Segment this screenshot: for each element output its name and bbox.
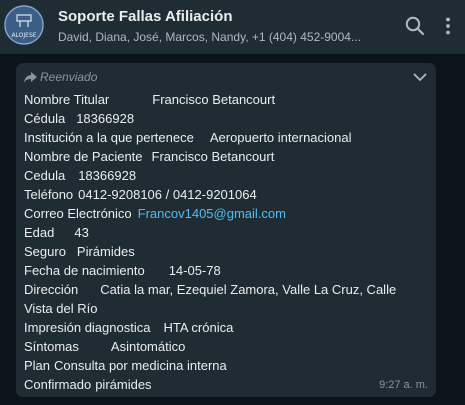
- email-link[interactable]: Francov1405@gmail.com: [138, 206, 286, 221]
- forwarded-indicator: Reenviado: [24, 70, 97, 84]
- field-value: Consulta por medicina interna: [54, 358, 227, 373]
- message-bubble[interactable]: Reenviado Nombre Titular Francisco Betanc…: [16, 63, 436, 397]
- field-row: Cédula 18366928: [24, 109, 428, 128]
- field-label: Fecha de nacimiento: [24, 263, 145, 278]
- field-row: Fecha de nacimiento 14-05-78: [24, 261, 428, 280]
- field-value: 43: [74, 225, 89, 240]
- field-row: Plan Consulta por medicina interna: [24, 356, 428, 375]
- participants-list: David, Diana, José, Marcos, Nandy, +1 (4…: [58, 30, 361, 44]
- field-row: Confirmado pirámides: [24, 375, 428, 394]
- field-row: Síntomas Asintomático: [24, 337, 428, 356]
- forwarded-label: Reenviado: [40, 70, 98, 84]
- avatar-text: ALOJESE: [11, 32, 36, 39]
- field-value: Francisco Betancourt: [151, 149, 275, 164]
- field-value: Catia la mar, Ezequiel Zamora, Valle La …: [24, 282, 397, 316]
- field-label: Nombre de Paciente: [24, 149, 143, 164]
- field-label: Dirección: [24, 282, 79, 297]
- field-label: Nombre Titular: [24, 92, 110, 107]
- field-label: Síntomas: [24, 339, 79, 354]
- field-value: Pirámides: [76, 244, 135, 259]
- field-label: Cédula: [24, 111, 66, 126]
- field-row: Correo Electrónico Francov1405@gmail.com: [24, 204, 428, 223]
- field-row: Institución a la que pertenece Aeropuerto…: [24, 128, 428, 147]
- field-value: HTA crónica: [163, 320, 234, 335]
- field-value: pirámides: [95, 377, 152, 392]
- field-value: Asintomático: [110, 339, 186, 354]
- message-text: Nombre Titular Francisco Betancourt Cédul…: [24, 90, 428, 394]
- chat-panel[interactable]: Reenviado Nombre Titular Francisco Betanc…: [0, 54, 465, 405]
- field-value: 18366928: [78, 168, 137, 183]
- field-row: Nombre de Paciente Francisco Betancourt: [24, 147, 428, 166]
- field-label: Teléfono: [24, 187, 74, 202]
- field-value: 0412-9208106 / 0412-9201064: [78, 187, 257, 202]
- avatar-image: ALOJESE: [4, 5, 44, 45]
- field-value: Francisco Betancourt: [152, 92, 276, 107]
- field-value: 14-05-78: [168, 263, 221, 278]
- forward-icon: [24, 72, 37, 83]
- field-label: Seguro: [24, 244, 66, 259]
- field-row: Seguro Pirámides: [24, 242, 428, 261]
- chevron-down-icon[interactable]: [412, 69, 428, 85]
- field-value: 18366928: [76, 111, 135, 126]
- field-row: Edad 43: [24, 223, 428, 242]
- field-row: Teléfono 0412-9208106 / 0412-9201064: [24, 185, 428, 204]
- more-vertical-icon[interactable]: [437, 15, 459, 37]
- field-label: Impresión diagnostica: [24, 320, 151, 335]
- field-label: Edad: [24, 225, 55, 240]
- field-label: Institución a la que pertenece: [24, 130, 194, 145]
- group-avatar[interactable]: ALOJESE: [4, 5, 44, 45]
- field-label: Confirmado: [24, 377, 92, 392]
- field-row: Dirección Catia la mar, Ezequiel Zamora, …: [24, 280, 428, 318]
- field-label: Correo Electrónico: [24, 206, 132, 221]
- field-value: Aeropuerto internacional: [209, 130, 352, 145]
- field-row: Impresión diagnostica HTA crónica: [24, 318, 428, 337]
- chat-header[interactable]: ALOJESE Soporte Fallas Afiliación David,…: [0, 0, 465, 54]
- field-row: Nombre Titular Francisco Betancourt: [24, 90, 428, 109]
- field-label: Plan: [24, 358, 51, 373]
- chat-title: Soporte Fallas Afiliación: [58, 8, 233, 25]
- search-icon[interactable]: [404, 15, 426, 37]
- message-time: 9:27 a. m.: [379, 379, 428, 391]
- field-label: Cedula: [24, 168, 66, 183]
- field-row: Cedula 18366928: [24, 166, 428, 185]
